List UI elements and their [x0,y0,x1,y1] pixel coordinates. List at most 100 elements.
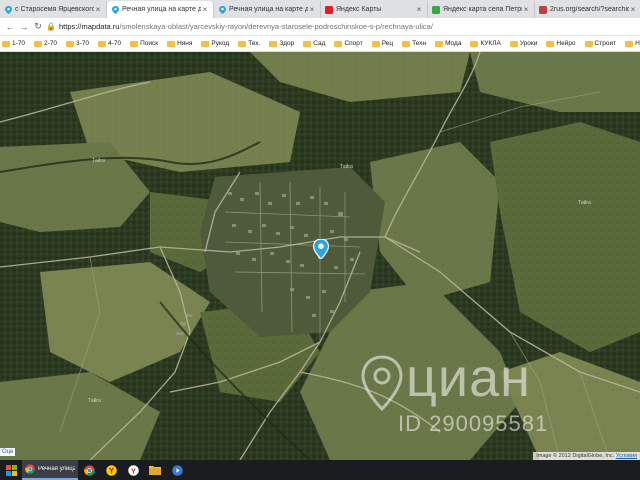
bookmark-label: Нейро [556,40,576,47]
browser-tab[interactable]: Речная улица на карте дерев× [107,1,214,18]
bookmark-item[interactable]: Здор [269,40,294,47]
satellite-map[interactable]: Тайга Тайга Тайга Тайга циан ID 29009558… [0,52,640,460]
bookmark-label: 2-70 [44,40,58,47]
bookmark-item[interactable]: Тех. [238,40,260,47]
folder-icon [334,40,343,47]
bookmark-label: Рец [381,40,394,47]
folder-icon [130,40,139,47]
bookmark-label: Няня [177,40,193,47]
bookmark-item[interactable]: Няня [167,40,192,47]
bookmark-item[interactable]: Техн [402,40,426,47]
taskbar-chrome[interactable] [78,460,100,480]
bookmark-item[interactable]: 1-70 [2,40,25,47]
start-button[interactable] [0,460,22,480]
flag-icon [432,5,440,14]
bookmark-item[interactable]: Спорт [334,40,363,47]
browser-tab[interactable]: Речная улица на карте дерев× [214,1,321,18]
bookmark-item[interactable]: 3-70 [66,40,89,47]
taskbar-active-window[interactable]: Речная улица на к... [22,460,78,480]
folder-icon [269,40,278,47]
browser-tab[interactable]: 2rus.org/search/?searchid=233× [535,1,640,18]
close-tab-icon[interactable]: × [629,5,637,14]
bookmark-item[interactable]: Нужное [625,40,640,47]
folder-icon [167,40,176,47]
address-bar[interactable]: ← → ↻ 🔒 https://mapdata.ru/smolenskaya-o… [0,18,640,36]
map-copyright: Image © 2012 DigitalGlobe, Inc. Условия [533,452,640,460]
bookmark-label: Техн [412,40,427,47]
map-area-label: Тайга [88,398,101,404]
bookmark-label: КУКЛА [480,40,501,47]
tab-title: Яндекс Карты [336,6,382,13]
tab-strip: с Старосемя Ярцевского ра×Речная улица н… [0,0,640,18]
bookmark-item[interactable]: Уроки [509,40,538,47]
reload-button[interactable]: ↻ [32,21,44,33]
folder-icon [238,40,247,47]
bookmark-label: 3-70 [76,40,90,47]
chrome-icon [83,464,95,476]
lock-icon[interactable]: 🔒 [46,22,56,31]
bookmark-label: Нужное [635,40,640,47]
close-tab-icon[interactable]: × [522,5,530,14]
browser-tab[interactable]: с Старосемя Ярцевского ра× [0,1,107,18]
bookmark-item[interactable]: КУКЛА [470,40,501,47]
location-marker-icon[interactable] [313,239,329,259]
start-icon [5,464,17,476]
forward-button[interactable]: → [18,21,30,33]
bookmark-label: Поиск [140,40,159,47]
windows-taskbar: Речная улица на к... Y [0,460,640,480]
close-tab-icon[interactable]: × [415,5,423,14]
yandex-maps-icon [325,5,333,14]
page-icon [539,5,547,14]
bookmark-item[interactable]: Строит [584,40,616,47]
close-tab-icon[interactable]: × [94,5,102,14]
folder-icon [402,40,411,47]
bookmarks-bar: 1-70 2-70 3-70 4-70 Поиск Няня Рукод Тех. Здор Са… [0,36,640,52]
browser-tab[interactable]: Яндекс карта села Петрищев× [428,1,535,18]
bookmark-item[interactable]: Мода [435,40,461,47]
bookmark-label: 4-70 [108,40,122,47]
tab-title: Речная улица на карте дерев [229,6,308,13]
folder-icon [98,40,107,47]
yandex-icon: Y [127,464,139,476]
url-text[interactable]: https://mapdata.ru/smolenskaya-oblast/ya… [59,22,433,31]
folder-icon [470,40,479,47]
tab-title: 2rus.org/search/?searchid=233 [550,6,629,13]
close-tab-icon[interactable]: × [308,5,316,14]
close-tab-icon[interactable]: × [201,5,209,14]
bookmark-label: Спорт [344,40,363,47]
folder-icon [371,40,380,47]
back-button[interactable]: ← [4,21,16,33]
terms-link[interactable]: Условия [616,453,637,459]
folder-icon [34,40,43,47]
media-player-icon [171,464,183,476]
map-pin-icon [218,5,226,14]
url-host: https://mapdata.ru [59,22,120,31]
browser-tab[interactable]: Яндекс Карты × [321,1,428,18]
folder-icon [509,40,518,47]
svg-text:Y: Y [130,466,135,475]
bookmark-item[interactable]: Рукод [201,40,229,47]
taskbar-media[interactable] [166,460,188,480]
bookmark-label: Здор [279,40,295,47]
bookmark-item[interactable]: Поиск [130,40,158,47]
folder-icon [66,40,75,47]
bookmark-label: Сад [313,40,326,47]
bookmark-item[interactable]: 2-70 [34,40,57,47]
taskbar-file-explorer[interactable] [144,460,166,480]
bookmark-item[interactable]: 4-70 [98,40,121,47]
bookmark-label: Уроки [519,40,538,47]
map-pin-icon [111,5,119,14]
taskbar-yandex-browser[interactable] [100,460,122,480]
yandex-browser-icon [105,464,117,476]
bookmark-item[interactable]: Рец [371,40,394,47]
url-path: /smolenskaya-oblast/yarcevskiy-rayon/der… [119,22,433,31]
feedback-link[interactable]: Оце [0,448,16,456]
map-area-label: Тайга [92,158,105,164]
bookmark-item[interactable]: Нейро [546,40,576,47]
taskbar-yandex[interactable]: Y [122,460,144,480]
tab-title: с Старосемя Ярцевского ра [15,6,94,13]
bookmark-item[interactable]: Сад [303,40,325,47]
bookmark-label: Рукод [211,40,230,47]
folder-icon [2,40,10,47]
folder-icon [584,40,593,47]
